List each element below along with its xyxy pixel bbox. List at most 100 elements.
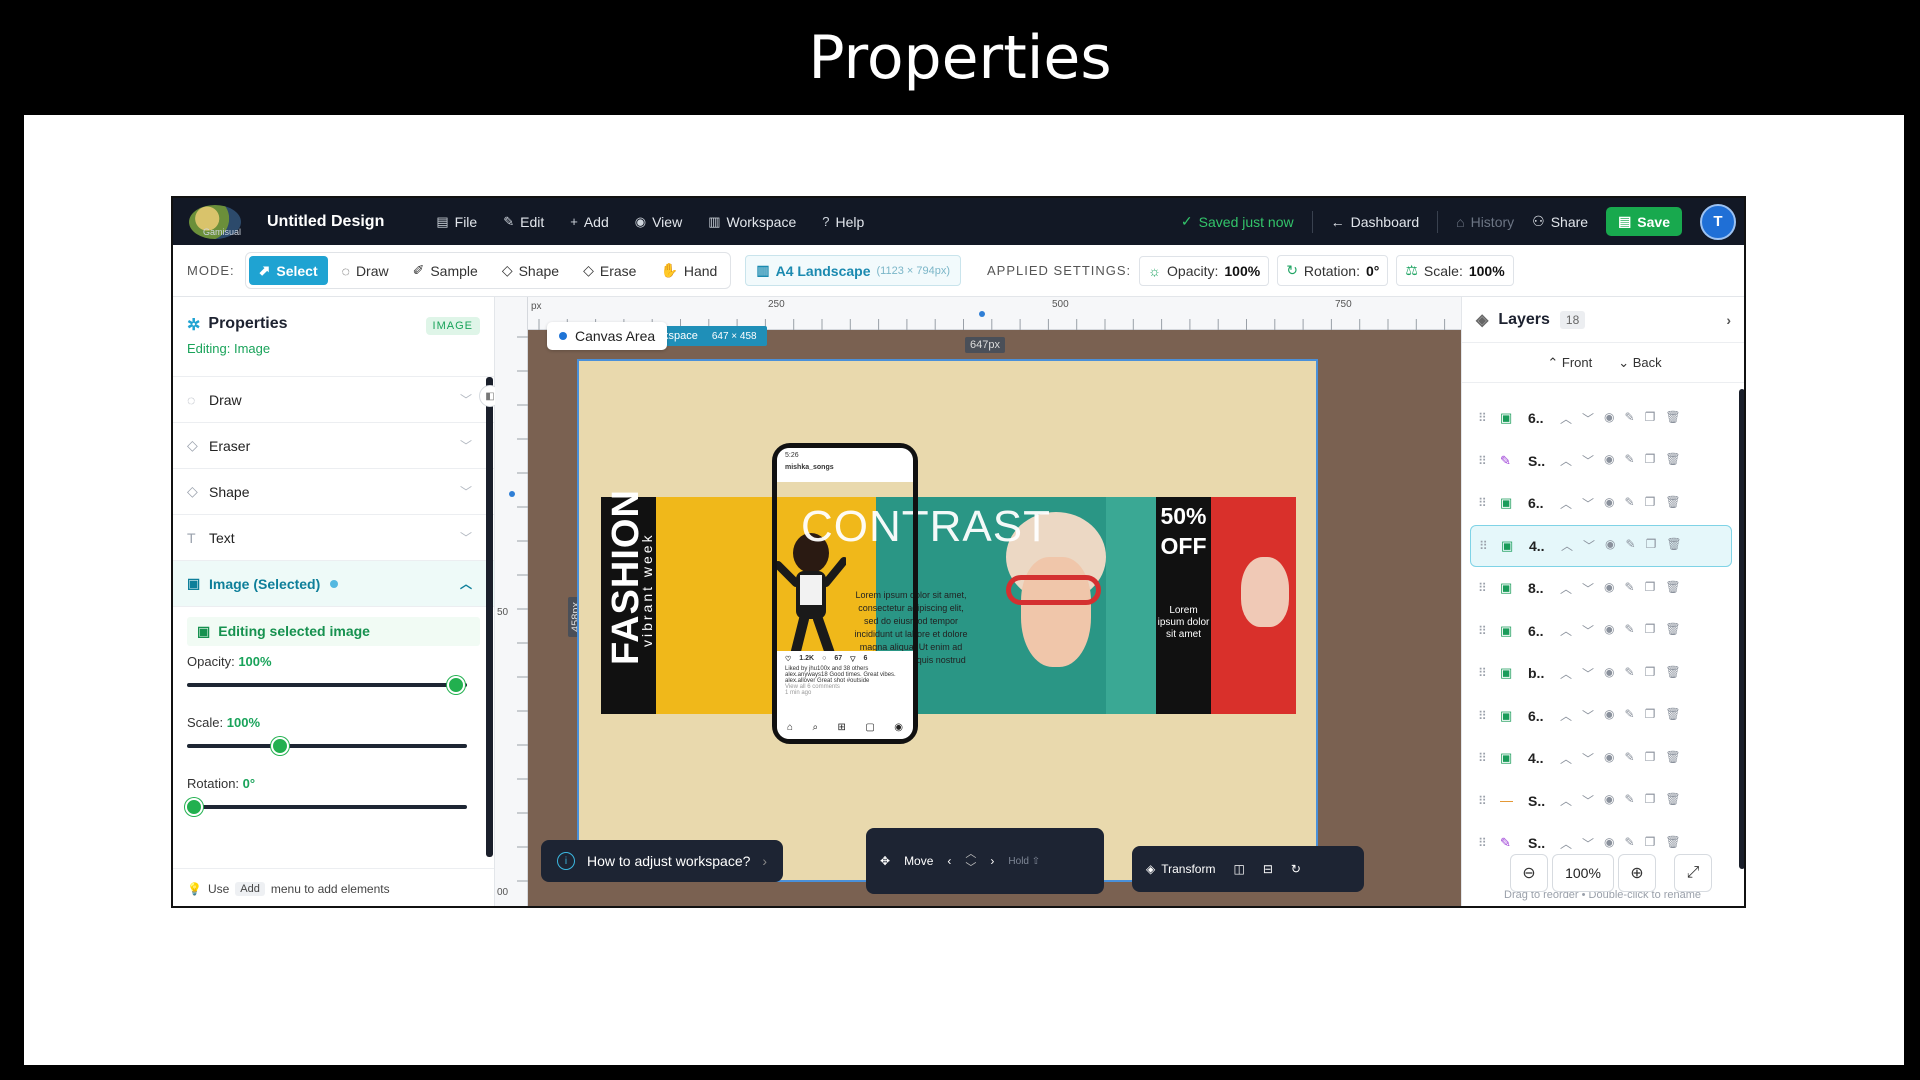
zoom-out-button[interactable]: ⊖	[1510, 854, 1548, 892]
trash-icon[interactable]: 🗑	[1665, 707, 1680, 724]
move-down-icon[interactable]: ﹀	[1583, 537, 1595, 554]
move-up-icon[interactable]: ︿	[1560, 707, 1572, 724]
rotation-slider-knob[interactable]	[185, 798, 203, 816]
duplicate-icon[interactable]: ❐	[1645, 495, 1656, 512]
scale-slider-knob[interactable]	[271, 737, 290, 755]
layer-row[interactable]: ⠿ ▣ 6.. ︿ ﹀ ◉ ✎ ❐ 🗑	[1470, 610, 1732, 653]
move-up-icon[interactable]: ︿	[1560, 580, 1572, 597]
visibility-icon[interactable]: ◉	[1604, 835, 1614, 852]
send-back-button[interactable]: ⌄ Back	[1618, 355, 1661, 371]
avatar[interactable]: T	[1700, 203, 1736, 240]
drag-handle-icon[interactable]: ⠿	[1478, 454, 1490, 468]
mode-erase[interactable]: ◇ Erase	[573, 256, 646, 285]
section-draw[interactable]: ◌ Draw ﹀	[173, 377, 494, 423]
menu-file[interactable]: ▤ File	[436, 214, 477, 230]
workspace-document[interactable]: FASHION vibrant week 50% OFF Lorem ipsum…	[577, 359, 1318, 882]
visibility-icon[interactable]: ◉	[1604, 792, 1614, 809]
drag-handle-icon[interactable]: ⠿	[1478, 496, 1490, 510]
menu-view[interactable]: ◉ View	[635, 214, 682, 230]
move-up-icon[interactable]: ︿	[1560, 665, 1572, 682]
drag-handle-icon[interactable]: ⠿	[1478, 794, 1490, 808]
move-down-icon[interactable]: ﹀	[1582, 580, 1594, 597]
visibility-icon[interactable]: ◉	[1604, 622, 1614, 639]
layer-row[interactable]: ⠿ ✎ S.. ︿ ﹀ ◉ ✎ ❐ 🗑	[1470, 440, 1732, 483]
layer-row[interactable]: ⠿ ▣ b.. ︿ ﹀ ◉ ✎ ❐ 🗑	[1470, 652, 1732, 695]
dashboard-button[interactable]: ← Dashboard	[1331, 214, 1420, 230]
layers-scrollbar[interactable]	[1739, 389, 1744, 869]
section-image-selected[interactable]: ▣ Image (Selected) ︿	[173, 561, 494, 607]
move-up-icon[interactable]: ︿	[1560, 750, 1572, 767]
edit-icon[interactable]: ✎	[1625, 835, 1635, 852]
visibility-icon[interactable]: ◉	[1604, 750, 1614, 767]
layer-name[interactable]: 8..	[1528, 580, 1550, 596]
visibility-icon[interactable]: ◉	[1605, 537, 1615, 554]
layer-name[interactable]: 6..	[1528, 410, 1550, 426]
move-down-icon[interactable]: ﹀	[1582, 835, 1594, 852]
edit-icon[interactable]: ✎	[1626, 537, 1636, 554]
layer-row[interactable]: ⠿ ▣ 6.. ︿ ﹀ ◉ ✎ ❐ 🗑	[1470, 397, 1732, 440]
move-down-icon[interactable]: ﹀	[1582, 452, 1594, 469]
edit-icon[interactable]: ✎	[1625, 622, 1635, 639]
drag-handle-icon[interactable]: ⠿	[1479, 539, 1491, 553]
edit-icon[interactable]: ✎	[1625, 452, 1635, 469]
mode-draw[interactable]: ◌ Draw	[332, 256, 399, 285]
visibility-icon[interactable]: ◉	[1604, 452, 1614, 469]
edit-icon[interactable]: ✎	[1625, 580, 1635, 597]
move-up-icon[interactable]: ︿	[1560, 410, 1572, 427]
layer-name[interactable]: S..	[1528, 793, 1550, 809]
help-workspace-button[interactable]: i How to adjust workspace? ›	[541, 840, 784, 882]
page-size-button[interactable]: ▥ A4 Landscape (1123 × 794px)	[745, 255, 962, 286]
layer-row[interactable]: ⠿ — S.. ︿ ﹀ ◉ ✎ ❐ 🗑	[1470, 780, 1732, 823]
drag-handle-icon[interactable]: ⠿	[1478, 411, 1490, 425]
mode-sample[interactable]: ✐ Sample	[403, 256, 488, 285]
edit-icon[interactable]: ✎	[1625, 707, 1635, 724]
mode-hand[interactable]: ✋ Hand	[650, 256, 727, 285]
move-up-icon[interactable]: ︿	[1560, 622, 1572, 639]
visibility-icon[interactable]: ◉	[1604, 580, 1614, 597]
duplicate-icon[interactable]: ❐	[1645, 665, 1656, 682]
move-up-icon[interactable]: ︿	[1560, 452, 1572, 469]
drag-handle-icon[interactable]: ⠿	[1478, 709, 1490, 723]
trash-icon[interactable]: 🗑	[1665, 835, 1680, 852]
duplicate-icon[interactable]: ❐	[1645, 750, 1656, 767]
visibility-icon[interactable]: ◉	[1604, 410, 1614, 427]
move-down-icon[interactable]: ﹀	[1582, 410, 1594, 427]
menu-add[interactable]: + Add	[570, 214, 609, 230]
app-logo[interactable]: Gamisual	[189, 204, 241, 239]
edit-icon[interactable]: ✎	[1625, 750, 1635, 767]
layer-name[interactable]: 6..	[1528, 495, 1550, 511]
design-title[interactable]: Untitled Design	[267, 213, 384, 231]
layer-name[interactable]: 4..	[1528, 750, 1550, 766]
duplicate-icon[interactable]: ❐	[1645, 622, 1656, 639]
opacity-slider-knob[interactable]	[447, 676, 465, 694]
move-down-icon[interactable]: ﹀	[1582, 707, 1594, 724]
duplicate-icon[interactable]: ❐	[1645, 835, 1656, 852]
move-up-icon[interactable]: ︿	[1560, 835, 1572, 852]
trash-icon[interactable]: 🗑	[1665, 452, 1680, 469]
drag-handle-icon[interactable]: ⠿	[1478, 836, 1490, 850]
layer-name[interactable]: 6..	[1528, 623, 1550, 639]
move-down-icon[interactable]: ﹀	[1582, 495, 1594, 512]
reset-icon[interactable]: ↻	[1291, 862, 1301, 876]
mode-select[interactable]: ⬈ Select	[248, 256, 328, 285]
bring-front-button[interactable]: ⌃ Front	[1547, 355, 1592, 371]
canvas-area[interactable]: px 250 500 750 50 00 Canvas Area Workspa…	[495, 297, 1461, 906]
move-up-icon[interactable]: ︿	[1560, 792, 1572, 809]
layer-row[interactable]: ⠿ ▣ 8.. ︿ ﹀ ◉ ✎ ❐ 🗑	[1470, 567, 1732, 610]
trash-icon[interactable]: 🗑	[1665, 750, 1680, 767]
fullscreen-button[interactable]: ⤢	[1674, 854, 1712, 892]
history-button[interactable]: ⌂ History	[1456, 214, 1514, 230]
duplicate-icon[interactable]: ❐	[1645, 580, 1656, 597]
move-down-icon[interactable]: ﹀	[1582, 665, 1594, 682]
section-text[interactable]: T Text ﹀	[173, 515, 494, 561]
layer-row[interactable]: ⠿ ▣ 6.. ︿ ﹀ ◉ ✎ ❐ 🗑	[1470, 482, 1732, 525]
layer-name[interactable]: 4..	[1529, 538, 1551, 554]
move-down-icon[interactable]: ﹀	[1582, 622, 1594, 639]
menu-edit[interactable]: ✎ Edit	[503, 214, 544, 230]
edit-icon[interactable]: ✎	[1625, 665, 1635, 682]
layer-name[interactable]: 6..	[1528, 708, 1550, 724]
duplicate-icon[interactable]: ❐	[1645, 707, 1656, 724]
layer-row[interactable]: ⠿ ▣ 6.. ︿ ﹀ ◉ ✎ ❐ 🗑	[1470, 695, 1732, 738]
layer-row[interactable]: ⠿ ▣ 4.. ︿ ﹀ ◉ ✎ ❐ 🗑	[1470, 737, 1732, 780]
share-button[interactable]: ⚇ Share	[1532, 213, 1588, 230]
